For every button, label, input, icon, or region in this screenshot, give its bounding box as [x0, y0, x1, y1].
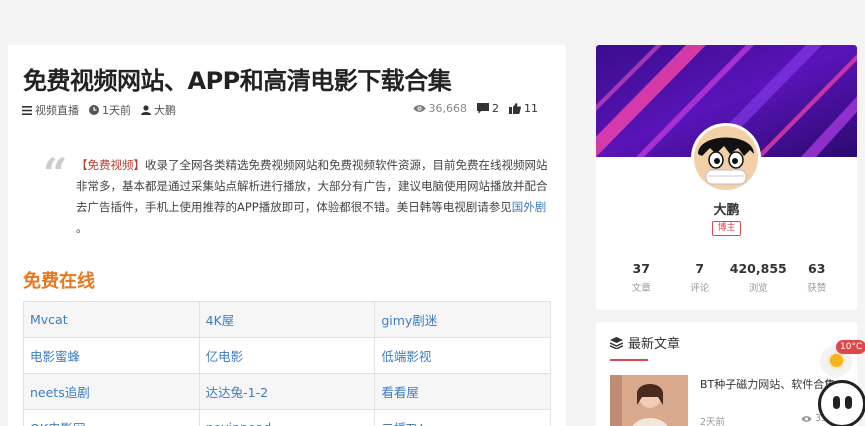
article-card: 免费视频网站、APP和高清电影下载合集 视频直播 1天前 大鹏 36,668 2… — [8, 45, 566, 426]
profile-name: 大鹏 — [713, 203, 740, 218]
stat-views: 420,855 浏览 — [729, 261, 788, 294]
summary-end: 。 — [76, 221, 88, 235]
section-title: 免费在线 — [23, 271, 95, 292]
layers-icon — [610, 336, 623, 349]
latest-heading-text: 最新文章 — [628, 337, 681, 352]
post-date: 2天前 — [700, 417, 726, 426]
stat-articles: 37 文章 — [612, 261, 671, 294]
avatar[interactable] — [691, 123, 761, 193]
article-title: 免费视频网站、APP和高清电影下载合集 — [23, 67, 452, 95]
table-row: OK电影网 novipnoad 二播TV — [23, 409, 551, 426]
eye-icon — [801, 415, 812, 422]
stat-likes: 63 获赞 — [788, 261, 847, 294]
post-thumbnail[interactable] — [610, 375, 688, 426]
table-row: Mvcat 4K屋 gimy剧迷 — [23, 301, 551, 338]
site-link[interactable]: 电影蜜蜂 — [23, 337, 200, 374]
stat-label: 获赞 — [807, 283, 827, 294]
site-link[interactable]: gimy剧迷 — [374, 301, 551, 338]
site-table: Mvcat 4K屋 gimy剧迷 电影蜜蜂 亿电影 低端影视 neets追剧 达… — [23, 301, 551, 426]
sun-icon — [830, 354, 843, 367]
author-name: 大鹏 — [154, 104, 176, 117]
site-link[interactable]: 亿电影 — [198, 337, 376, 374]
author-profile-card: 大鹏 博主 37 文章 7 评论 420,855 浏览 63 获赞 — [596, 45, 857, 310]
article-summary: “ 【免费视频】收录了全网各类精选免费视频网站和免费视频软件资源，目前免费在线视… — [43, 149, 553, 239]
table-row: neets追剧 达达兔-1-2 看看屋 — [23, 373, 551, 410]
comments-count[interactable]: 2 — [477, 102, 499, 115]
site-link[interactable]: 4K屋 — [198, 301, 376, 338]
category-label: 视频直播 — [35, 104, 79, 117]
stat-number: 63 — [808, 261, 826, 276]
article-meta: 视频直播 1天前 大鹏 — [22, 102, 176, 118]
site-link[interactable]: novipnoad — [198, 409, 376, 426]
temperature-badge: 10°C — [836, 340, 865, 354]
thumbs-up-icon — [509, 103, 521, 114]
views-text: 36,668 — [428, 102, 468, 115]
comments-text: 2 — [492, 102, 499, 115]
site-link[interactable]: 达达兔-1-2 — [198, 373, 376, 410]
summary-link[interactable]: 国外剧 — [512, 200, 547, 214]
latest-heading: 最新文章 — [610, 333, 680, 352]
article-stats: 36,668 2 11 — [413, 102, 538, 115]
thumbnail-image — [610, 375, 688, 426]
clock-icon — [89, 105, 99, 115]
quote-icon: “ — [43, 149, 68, 198]
stat-label: 评论 — [690, 283, 710, 294]
site-link[interactable]: 看看屋 — [374, 373, 551, 410]
site-link[interactable]: 二播TV — [374, 409, 551, 426]
summary-text: 【免费视频】收录了全网各类精选免费视频网站和免费视频软件资源，目前免费在线视频网… — [76, 155, 553, 239]
list-icon — [22, 105, 32, 115]
latest-posts-card: 最新文章 BT种子磁力网站、软件合集 2天前 33,8 — [596, 322, 857, 426]
summary-body: 收录了全网各类精选免费视频网站和免费视频软件资源，目前免费在线视频网站非常多，基… — [76, 158, 548, 214]
summary-highlight: 【免费视频】 — [76, 158, 145, 172]
post-time: 1天前 — [89, 102, 131, 118]
avatar-image — [694, 126, 758, 190]
comment-icon — [477, 103, 489, 114]
role-badge: 博主 — [712, 221, 741, 236]
user-icon — [141, 105, 151, 115]
heading-underline — [610, 359, 648, 361]
likes-text: 11 — [524, 102, 538, 115]
author-link[interactable]: 大鹏 — [141, 102, 176, 118]
stat-label: 文章 — [631, 283, 651, 294]
site-link[interactable]: OK电影网 — [23, 409, 200, 426]
views-count: 36,668 — [413, 102, 468, 115]
mascot-eye-icon — [845, 396, 852, 409]
stat-number: 420,855 — [729, 261, 787, 276]
site-link[interactable]: neets追剧 — [23, 373, 200, 410]
site-link[interactable]: 低端影视 — [374, 337, 551, 374]
mascot-button[interactable] — [818, 380, 865, 426]
table-row: 电影蜜蜂 亿电影 低端影视 — [23, 337, 551, 374]
category-link[interactable]: 视频直播 — [22, 102, 79, 118]
stat-comments: 7 评论 — [671, 261, 730, 294]
mascot-eye-icon — [833, 396, 840, 409]
eye-icon — [413, 105, 425, 112]
stat-label: 浏览 — [748, 283, 768, 294]
post-time-text: 1天前 — [102, 104, 131, 117]
stat-number: 37 — [632, 261, 650, 276]
site-link[interactable]: Mvcat — [23, 301, 200, 338]
likes-count[interactable]: 11 — [509, 102, 538, 115]
profile-stats: 37 文章 7 评论 420,855 浏览 63 获赞 — [612, 261, 846, 294]
stat-number: 7 — [695, 261, 705, 276]
